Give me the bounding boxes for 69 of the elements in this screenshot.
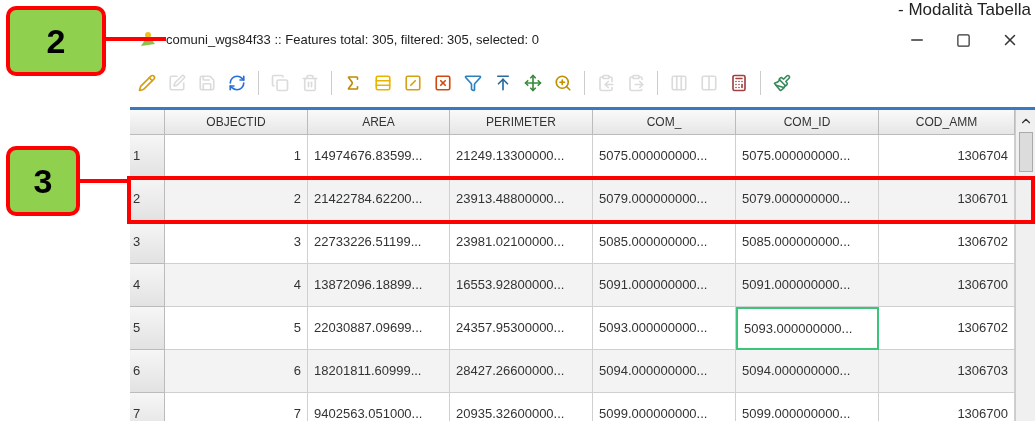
save-icon	[198, 73, 216, 92]
table-cell: 1306700	[879, 264, 1015, 307]
column-header[interactable]: COM_ID	[736, 110, 879, 135]
table-cell: 21422784.62200...	[308, 178, 450, 221]
column-header[interactable]: PERIMETER	[450, 110, 593, 135]
column-icon	[700, 73, 718, 92]
table-cell: 1306703	[879, 350, 1015, 393]
row-header[interactable]: 7	[130, 393, 165, 421]
row-header[interactable]: 6	[130, 350, 165, 393]
table-cell: 3	[165, 221, 308, 264]
callout-badge: 2	[6, 6, 106, 76]
table-cell: 1306701	[879, 178, 1015, 221]
edit-icon	[168, 73, 186, 92]
table-cell: 13872096.18899...	[308, 264, 450, 307]
zoom-icon	[554, 73, 572, 92]
table-cell: 22733226.51199...	[308, 221, 450, 264]
table-cell: 1306702	[879, 221, 1015, 264]
table-cell: 5094.000000000...	[593, 350, 736, 393]
slide-heading: - Modalità Tabella	[898, 0, 1031, 20]
column-header[interactable]: COD_AMM	[879, 110, 1015, 135]
table-cell: 5085.000000000...	[593, 221, 736, 264]
row-header[interactable]: 5	[130, 307, 165, 350]
table-cell: 24357.95300000...	[450, 307, 593, 350]
rows-icon	[374, 73, 392, 92]
invert-icon	[404, 73, 422, 92]
scrollbar[interactable]	[1015, 110, 1035, 421]
row-header[interactable]: 4	[130, 264, 165, 307]
table-cell: 28427.26600000...	[450, 350, 593, 393]
copy-icon	[597, 73, 615, 92]
table-cell: 5093.000000000...	[593, 307, 736, 350]
column-header[interactable]: OBJECTID	[165, 110, 308, 135]
row-header[interactable]: 1	[130, 135, 165, 178]
calculator-icon	[730, 73, 748, 92]
callout-badge: 3	[6, 146, 80, 216]
deselect-icon	[434, 73, 452, 92]
table-cell: 5079.000000000...	[593, 178, 736, 221]
scroll-thumb[interactable]	[1018, 132, 1033, 172]
row-header[interactable]: 3	[130, 221, 165, 264]
copy-icon	[271, 73, 289, 92]
table-cell: 5093.000000000...	[736, 307, 879, 350]
column-header[interactable]: AREA	[308, 110, 450, 135]
maximize-icon[interactable]	[956, 32, 971, 48]
table-cell: 5	[165, 307, 308, 350]
table-cell: 23981.02100000...	[450, 221, 593, 264]
paste-icon	[627, 73, 645, 92]
pan-icon	[524, 73, 542, 92]
table-cell: 22030887.09699...	[308, 307, 450, 350]
trash-icon	[301, 73, 319, 92]
table-cell: 4	[165, 264, 308, 307]
column-icon	[670, 73, 688, 92]
refresh-icon	[228, 73, 246, 92]
table-cell: 5091.000000000...	[736, 264, 879, 307]
table-cell: 18201811.60999...	[308, 350, 450, 393]
pencil-icon	[138, 73, 156, 92]
table-cell: 6	[165, 350, 308, 393]
table-cell: 23913.48800000...	[450, 178, 593, 221]
corner-header	[130, 110, 165, 135]
table-cell: 5094.000000000...	[736, 350, 879, 393]
table-cell: 16553.92800000...	[450, 264, 593, 307]
column-header[interactable]: COM_	[593, 110, 736, 135]
table-cell: 5085.000000000...	[736, 221, 879, 264]
table-cell: 2	[165, 178, 308, 221]
brush-icon	[773, 73, 791, 92]
filter-icon	[464, 73, 482, 92]
move-top-icon	[494, 73, 512, 92]
window-title: comuni_wgs84f33 :: Features total: 305, filtered: 305, selected: 0	[166, 31, 539, 50]
table-cell: 5079.000000000...	[736, 178, 879, 221]
table-cell: 1306702	[879, 307, 1015, 350]
table-cell: 5091.000000000...	[593, 264, 736, 307]
